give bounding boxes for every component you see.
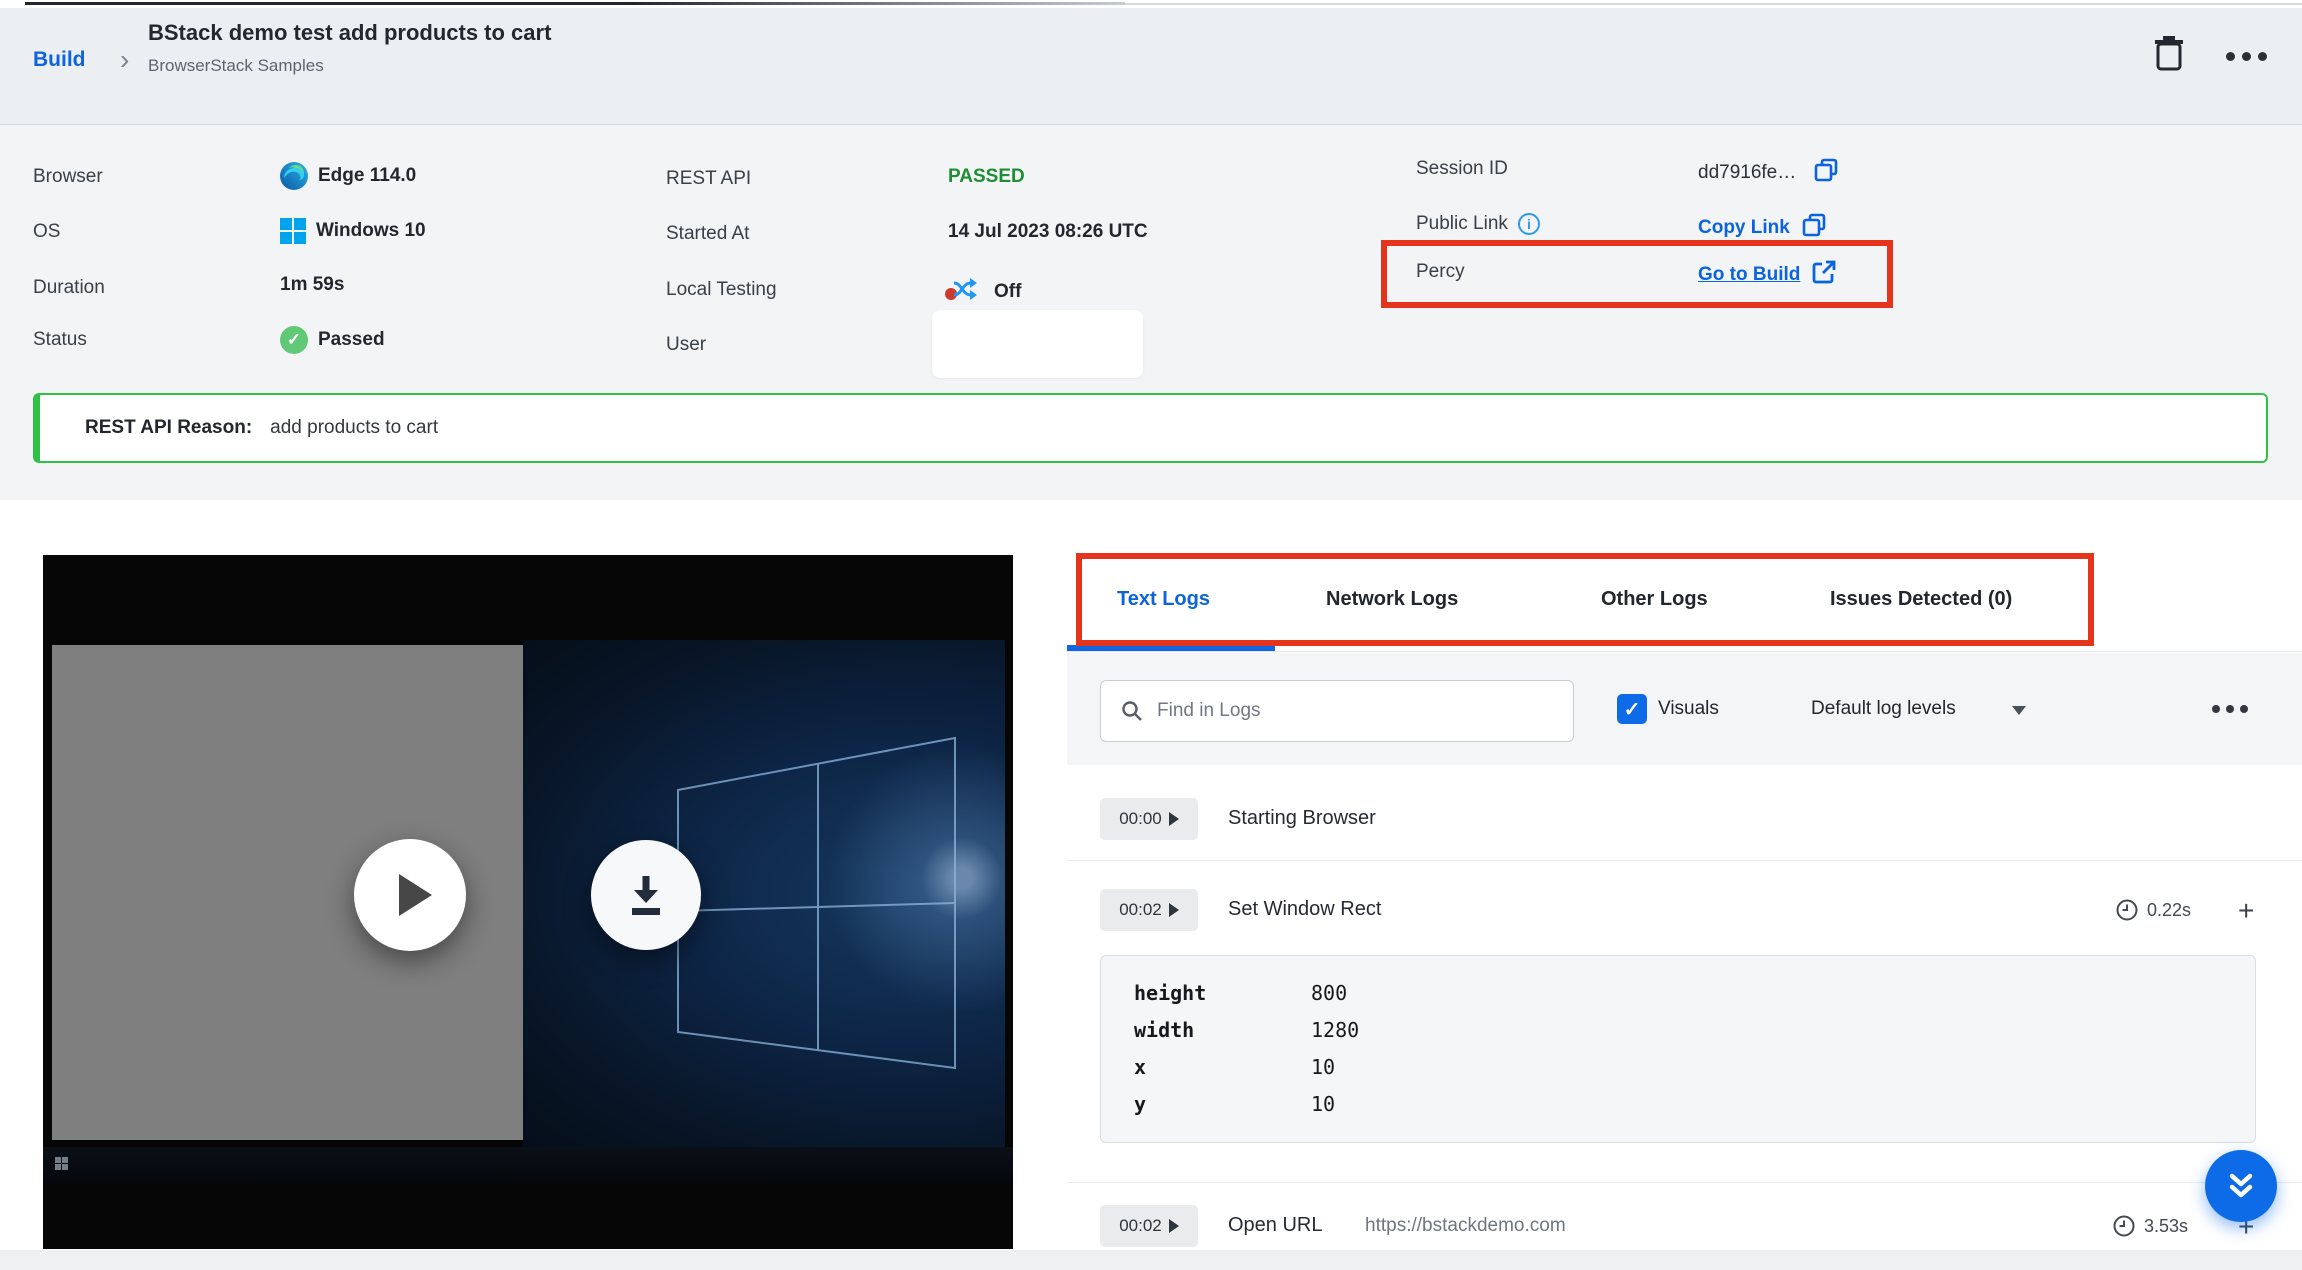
rest-api-reason-banner: REST API Reason: add products to cart — [33, 393, 2268, 463]
delete-session-button[interactable] — [2152, 34, 2186, 72]
log-timestamp-badge[interactable]: 00:02 — [1100, 1205, 1198, 1247]
meta-value-duration: 1m 59s — [280, 274, 344, 296]
log-timestamp-badge[interactable]: 00:00 — [1100, 798, 1198, 840]
visuals-label: Visuals — [1658, 698, 1719, 720]
status-passed-icon: ✓ — [280, 326, 308, 354]
log-entry-title: Set Window Rect — [1228, 898, 1381, 921]
log-entry-code-block: height800 width1280 x10 y10 — [1100, 955, 2256, 1143]
breadcrumb-build-link[interactable]: Build — [33, 48, 86, 72]
chevron-down-icon — [2012, 706, 2026, 715]
meta-value-browser: Edge 114.0 — [280, 162, 416, 190]
code-pair: width1280 — [1134, 1018, 2255, 1055]
expand-log-entry-button[interactable]: + — [2238, 897, 2254, 925]
log-entry-duration: 0.22s — [2115, 898, 2191, 922]
meta-value-os: Windows 10 — [280, 218, 426, 244]
tab-issues-detected[interactable]: Issues Detected (0) — [1830, 588, 2012, 611]
search-icon — [1121, 700, 1143, 722]
tab-other-logs[interactable]: Other Logs — [1601, 588, 1708, 611]
meta-label-os: OS — [33, 221, 60, 243]
meta-value-started-at: 14 Jul 2023 08:26 UTC — [948, 221, 1148, 243]
tab-text-logs[interactable]: Text Logs — [1117, 588, 1210, 611]
clock-icon — [2112, 1214, 2136, 1238]
log-entry-title: Open URL — [1228, 1214, 1323, 1237]
log-levels-dropdown[interactable]: Default log levels — [1811, 698, 1956, 720]
meta-label-public-link: Public Link i — [1416, 213, 1540, 235]
play-from-here-icon — [1169, 1219, 1179, 1233]
log-entry-duration: 3.53s — [2112, 1214, 2188, 1238]
meta-value-public-link: Copy Link — [1698, 211, 1828, 245]
edge-browser-icon — [280, 162, 308, 190]
log-entry-title: Starting Browser — [1228, 807, 1376, 830]
code-pair: x10 — [1134, 1055, 2255, 1092]
clock-icon — [2115, 898, 2139, 922]
log-divider — [1067, 1182, 2302, 1183]
meta-value-local-testing: Off — [944, 275, 1021, 309]
bottom-page-strip — [0, 1250, 2302, 1270]
meta-value-percy: Go to Build — [1698, 258, 1838, 292]
meta-label-duration: Duration — [33, 277, 105, 299]
header-more-menu-button[interactable] — [2226, 52, 2267, 61]
log-entry-url: https://bstackdemo.com — [1365, 1215, 1566, 1237]
breadcrumb-chevron-icon: › — [120, 44, 129, 76]
page-title: BStack demo test add products to cart — [148, 20, 551, 46]
timestamp-text: 00:02 — [1119, 1216, 1162, 1236]
copy-link-button[interactable]: Copy Link — [1698, 217, 1790, 239]
external-link-icon[interactable] — [1810, 258, 1838, 292]
meta-label-browser: Browser — [33, 166, 103, 188]
logs-filter-row: ✓ Visuals Default log levels — [1067, 653, 2302, 765]
timestamp-text: 00:00 — [1119, 809, 1162, 829]
tab-network-logs[interactable]: Network Logs — [1326, 588, 1458, 611]
session-video-player — [43, 555, 1013, 1249]
log-divider — [1067, 860, 2302, 861]
meta-label-rest-api: REST API — [666, 168, 751, 190]
meta-label-status: Status — [33, 329, 87, 351]
go-to-build-link[interactable]: Go to Build — [1698, 264, 1800, 286]
trash-icon — [2152, 34, 2186, 72]
windows-icon — [280, 218, 306, 244]
scroll-to-bottom-button[interactable] — [2205, 1150, 2277, 1222]
meta-label-started-at: Started At — [666, 223, 749, 245]
page-subtitle: BrowserStack Samples — [148, 56, 324, 76]
copy-link-icon[interactable] — [1800, 211, 1828, 245]
logs-more-menu-button[interactable] — [2212, 705, 2248, 713]
meta-label-user: User — [666, 334, 706, 356]
download-icon — [625, 872, 667, 918]
tab-bar-border — [1067, 651, 2302, 652]
video-download-button[interactable] — [591, 840, 701, 950]
meta-label-percy: Percy — [1416, 261, 1465, 283]
search-input[interactable] — [1157, 700, 1537, 722]
double-chevron-down-icon — [2224, 1169, 2258, 1203]
play-from-here-icon — [1169, 812, 1179, 826]
top-edge-line — [25, 2, 1125, 5]
user-value-redacted — [932, 310, 1143, 378]
local-testing-shuffle-icon — [944, 275, 984, 309]
top-edge-line-light — [1125, 3, 2302, 5]
meta-value-status: ✓ Passed — [280, 326, 385, 354]
meta-label-session-id: Session ID — [1416, 158, 1508, 180]
find-in-logs-search[interactable] — [1100, 680, 1574, 742]
log-timestamp-badge[interactable]: 00:02 — [1100, 889, 1198, 931]
play-from-here-icon — [1169, 903, 1179, 917]
timestamp-text: 00:02 — [1119, 900, 1162, 920]
video-taskbar — [43, 1147, 1013, 1185]
rest-api-reason-label: REST API Reason: — [85, 417, 252, 439]
public-link-info-icon[interactable]: i — [1518, 213, 1540, 235]
visuals-checkbox[interactable]: ✓ — [1617, 694, 1647, 724]
code-pair: height800 — [1134, 981, 2255, 1018]
rest-api-reason-value: add products to cart — [270, 417, 438, 439]
meta-value-rest-api: PASSED — [948, 166, 1025, 188]
windows-start-icon — [55, 1157, 68, 1170]
meta-value-session-id: dd7916fe… — [1698, 156, 1840, 190]
play-icon — [399, 874, 432, 916]
video-play-button[interactable] — [354, 839, 466, 951]
code-pair: y10 — [1134, 1092, 2255, 1129]
meta-label-local-testing: Local Testing — [666, 279, 777, 301]
copy-session-id-icon[interactable] — [1812, 156, 1840, 190]
